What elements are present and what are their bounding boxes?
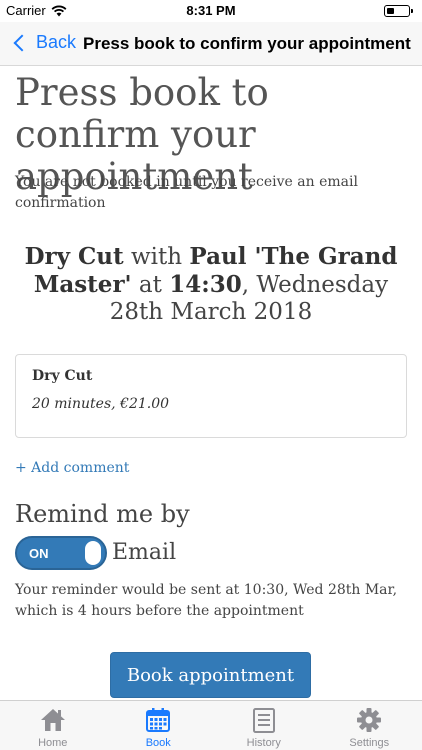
tab-book-label: Book: [145, 737, 171, 749]
email-reminder-toggle[interactable]: ON: [15, 536, 107, 570]
list-icon: [250, 707, 278, 733]
back-button[interactable]: Back: [10, 32, 76, 53]
back-label: Back: [36, 32, 77, 52]
nav-bar: Back Press book to confirm your appointm…: [0, 22, 422, 66]
appointment-summary: Dry Cut with Paul 'The Grand Master' at …: [15, 243, 407, 326]
book-appointment-button[interactable]: Book appointment: [110, 652, 311, 698]
chevron-left-icon: [13, 34, 31, 51]
summary-with: with: [130, 244, 183, 270]
summary-service: Dry Cut: [24, 243, 124, 270]
remind-title: Remind me by: [15, 500, 190, 528]
service-card: Dry Cut 20 minutes, €21.00: [15, 354, 407, 438]
service-name: Dry Cut: [32, 368, 93, 384]
tab-book[interactable]: Book: [106, 701, 212, 750]
toggle-state-label: ON: [29, 546, 49, 561]
tab-settings[interactable]: Settings: [317, 701, 422, 750]
tab-home[interactable]: Home: [0, 701, 106, 750]
toggle-knob: [85, 541, 101, 565]
reminder-method-label: Email: [112, 540, 177, 565]
gear-icon: [355, 707, 383, 733]
calendar-icon: [144, 707, 172, 733]
summary-time: 14:30: [169, 271, 242, 298]
booking-notice: You are not booked in until you receive …: [15, 174, 358, 211]
tab-bar: Home Book History Settings: [0, 700, 422, 750]
tab-history[interactable]: History: [211, 701, 317, 750]
summary-at: at: [138, 272, 162, 298]
tab-home-label: Home: [38, 737, 68, 749]
battery-icon: [384, 5, 413, 17]
tab-history-label: History: [246, 737, 281, 749]
nav-title: Press book to confirm your appointment: [83, 34, 411, 53]
home-icon: [39, 707, 67, 733]
add-comment-link[interactable]: + Add comment: [15, 460, 129, 476]
status-bar: Carrier 8:31 PM: [0, 0, 422, 22]
status-time: 8:31 PM: [186, 3, 236, 18]
tab-settings-label: Settings: [349, 737, 390, 749]
reminder-info: Your reminder would be sent at 10:30, We…: [15, 582, 398, 619]
service-detail: 20 minutes, €21.00: [32, 396, 170, 412]
